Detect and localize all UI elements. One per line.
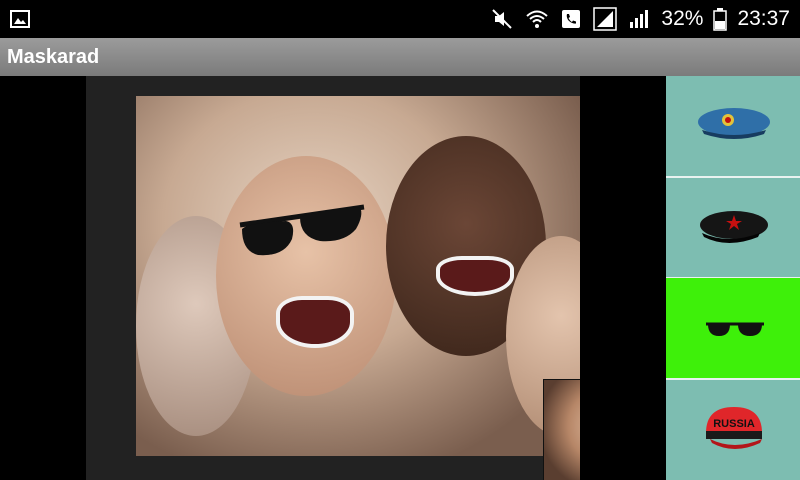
phone-call-icon	[562, 10, 581, 28]
mask-item-red-cap[interactable]: RUSSIA	[666, 379, 800, 479]
mute-icon	[492, 9, 513, 29]
sunglasses-overlay-icon[interactable]	[238, 201, 366, 259]
mask-sidebar: RUSSIA	[666, 76, 800, 480]
camera-preview[interactable]	[0, 76, 666, 480]
face-mouth	[276, 296, 354, 348]
mask-item-black-beret[interactable]	[666, 177, 800, 279]
black-beret-icon	[700, 211, 768, 243]
battery-icon	[713, 8, 728, 31]
signal-icon	[593, 7, 618, 31]
action-bar: Maskarad	[0, 38, 800, 76]
face-mouth	[436, 256, 514, 296]
signal-icon	[630, 10, 649, 28]
face	[216, 156, 396, 396]
photo-image	[136, 96, 580, 456]
app-title: Maskarad	[7, 46, 100, 68]
mask-item-sunglasses[interactable]	[666, 278, 800, 380]
red-cap-icon: RUSSIA	[706, 407, 762, 449]
status-bar: 32% 23:37	[0, 0, 800, 38]
clock: 23:37	[737, 7, 790, 30]
mask-item-blue-beret[interactable]	[666, 76, 800, 178]
battery-percent: 32%	[661, 7, 704, 30]
sunglasses-icon	[706, 322, 764, 336]
face-thumbnail	[543, 379, 580, 480]
cap-label: RUSSIA	[713, 418, 755, 430]
gallery-icon	[10, 10, 30, 28]
wifi-icon	[526, 10, 549, 28]
blue-beret-icon	[698, 108, 770, 139]
camera-frame	[86, 76, 580, 480]
